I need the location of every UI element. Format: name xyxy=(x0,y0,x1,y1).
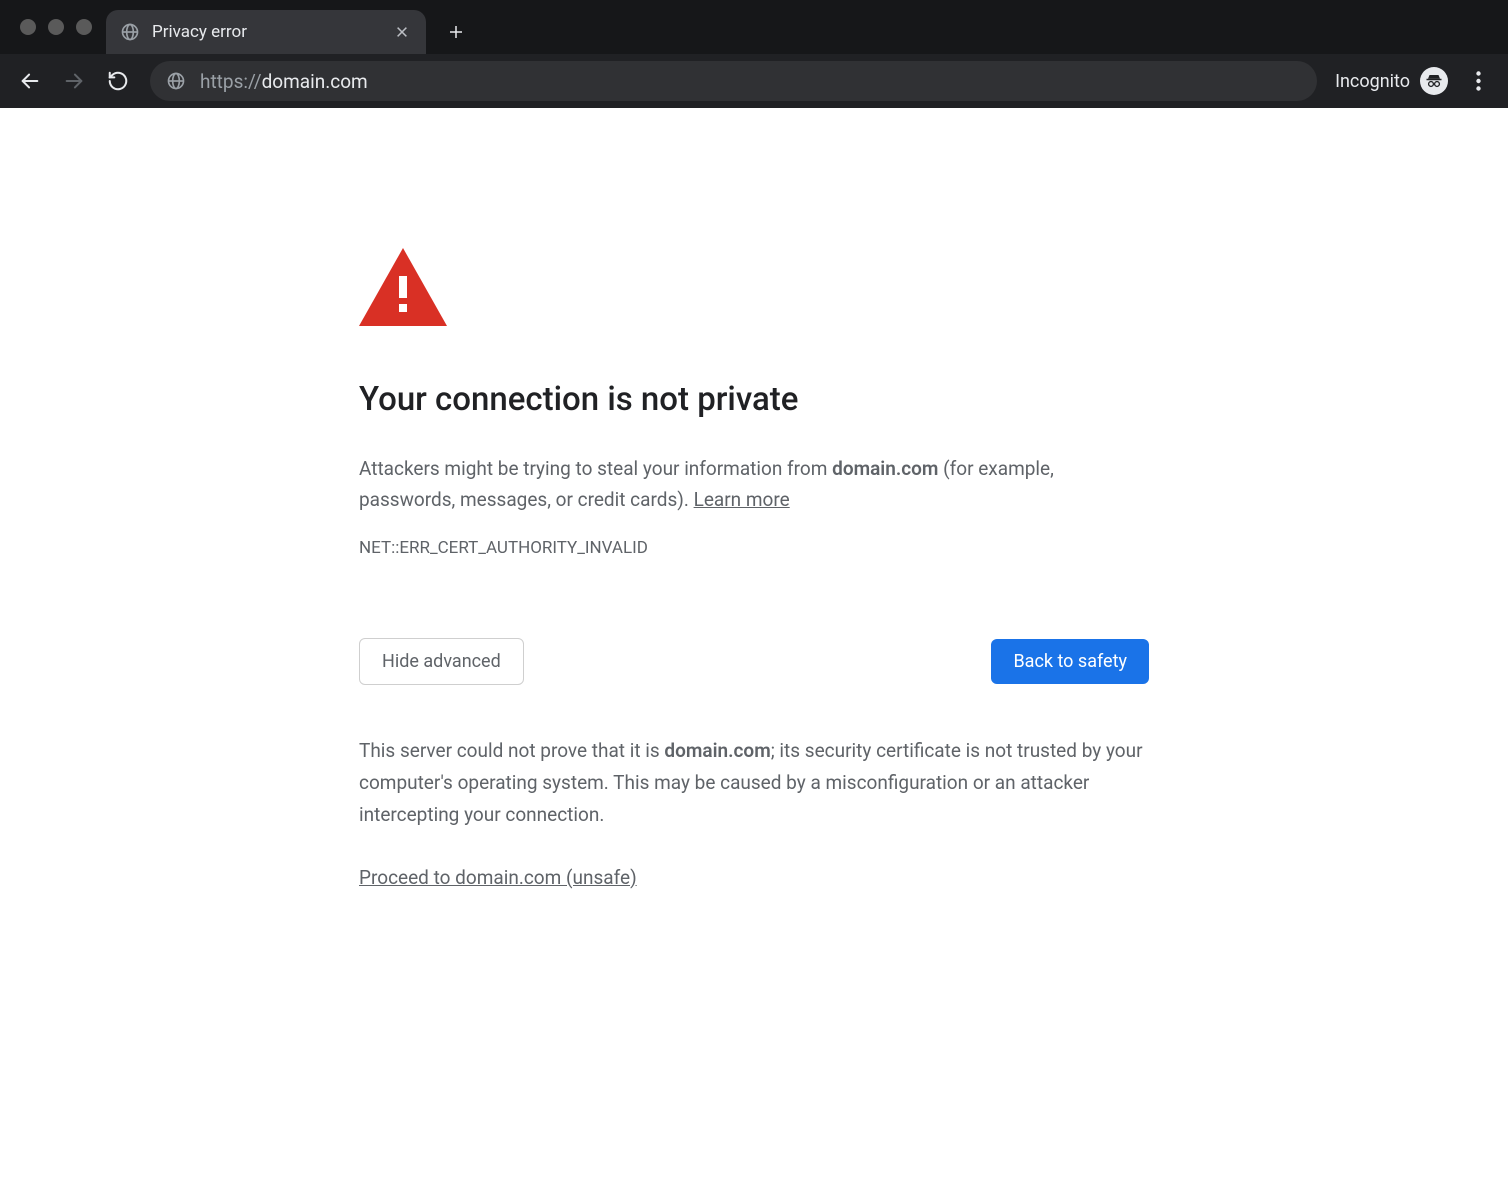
site-info-icon[interactable] xyxy=(166,71,186,91)
window-minimize[interactable] xyxy=(48,19,64,35)
incognito-icon xyxy=(1420,67,1448,95)
window-close[interactable] xyxy=(20,19,36,35)
warning-domain: domain.com xyxy=(832,457,938,480)
address-bar[interactable]: https://domain.com xyxy=(150,61,1317,101)
tab-title: Privacy error xyxy=(152,22,380,42)
warning-triangle-icon xyxy=(359,248,447,326)
error-code: NET::ERR_CERT_AUTHORITY_INVALID xyxy=(359,538,1149,558)
nav-forward-button[interactable] xyxy=(54,61,94,101)
url-host: domain.com xyxy=(262,70,368,93)
url-text: https://domain.com xyxy=(200,70,368,93)
tab-close-button[interactable] xyxy=(392,22,412,42)
headline: Your connection is not private xyxy=(359,380,1149,419)
warning-text-pre: Attackers might be trying to steal your … xyxy=(359,457,832,480)
advanced-text-pre: This server could not prove that it is xyxy=(359,739,664,762)
incognito-indicator[interactable]: Incognito xyxy=(1329,67,1454,95)
url-scheme: https:// xyxy=(200,70,262,93)
advanced-explanation: This server could not prove that it is d… xyxy=(359,735,1149,832)
incognito-label: Incognito xyxy=(1335,71,1410,92)
new-tab-button[interactable] xyxy=(438,14,474,50)
proceed-unsafe-link[interactable]: Proceed to domain.com (unsafe) xyxy=(359,866,637,889)
page-viewport: Your connection is not private Attackers… xyxy=(0,108,1508,1197)
learn-more-link[interactable]: Learn more xyxy=(694,488,790,511)
nav-back-button[interactable] xyxy=(10,61,50,101)
globe-icon xyxy=(120,22,140,42)
window-maximize[interactable] xyxy=(76,19,92,35)
window-controls xyxy=(10,0,106,54)
toolbar: https://domain.com Incognito xyxy=(0,54,1508,108)
button-row: Hide advanced Back to safety xyxy=(359,638,1149,685)
tab-strip: Privacy error xyxy=(0,0,1508,54)
security-interstitial: Your connection is not private Attackers… xyxy=(359,248,1149,1197)
warning-paragraph: Attackers might be trying to steal your … xyxy=(359,453,1149,516)
reload-button[interactable] xyxy=(98,61,138,101)
browser-chrome: Privacy error xyxy=(0,0,1508,108)
toggle-advanced-button[interactable]: Hide advanced xyxy=(359,638,524,685)
browser-tab[interactable]: Privacy error xyxy=(106,10,426,54)
browser-menu-button[interactable] xyxy=(1458,61,1498,101)
back-to-safety-button[interactable]: Back to safety xyxy=(991,639,1149,684)
advanced-domain: domain.com xyxy=(664,739,770,762)
